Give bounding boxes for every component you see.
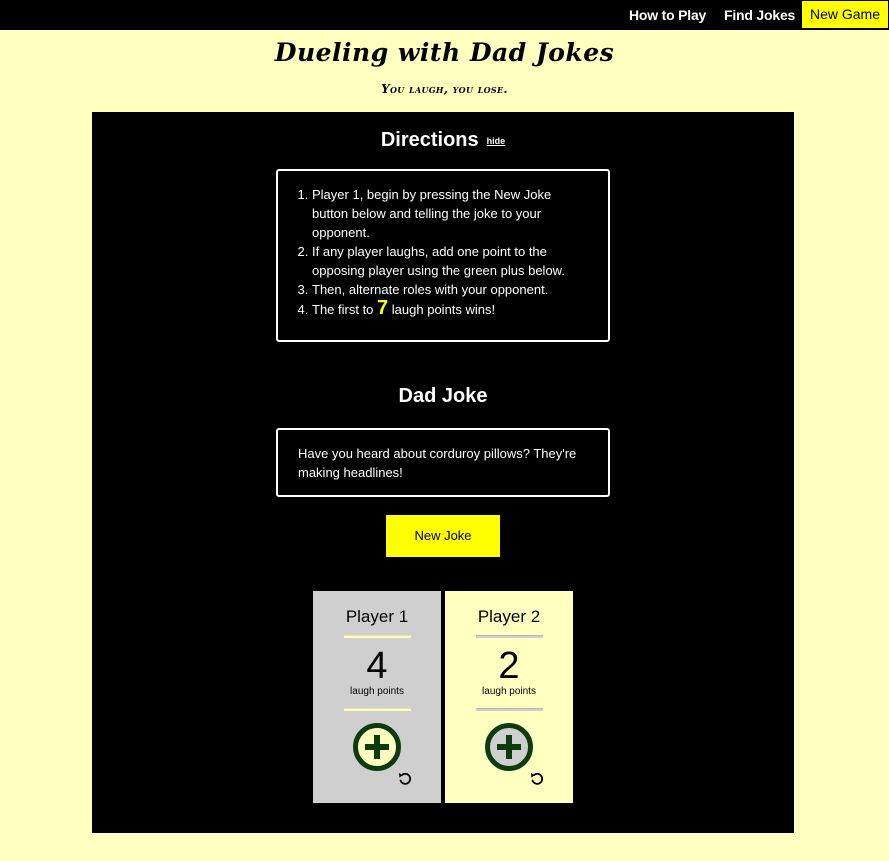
hide-directions-link[interactable]: hide bbox=[487, 136, 506, 146]
top-navbar: How to Play Find Jokes New Game bbox=[0, 0, 889, 30]
game-panel: Directions hide Player 1, begin by pressi… bbox=[92, 112, 794, 833]
direction-item-4-prefix: The first to bbox=[312, 302, 374, 317]
direction-item-3: Then, alternate roles with your opponent… bbox=[312, 280, 584, 299]
direction-item-2: If any player laughs, add one point to t… bbox=[312, 242, 584, 280]
page-subtitle: You laugh, you lose. bbox=[381, 82, 508, 96]
player-2-card: Player 2 2 laugh points bbox=[445, 591, 573, 803]
direction-item-1: Player 1, begin by pressing the New Joke… bbox=[312, 185, 584, 242]
new-joke-button[interactable]: New Joke bbox=[386, 515, 500, 557]
directions-list: Player 1, begin by pressing the New Joke… bbox=[312, 185, 584, 319]
direction-item-4: The first to 7 laugh points wins! bbox=[312, 297, 584, 319]
divider bbox=[476, 708, 543, 711]
player-1-card: Player 1 4 laugh points bbox=[313, 591, 441, 803]
player-2-name: Player 2 bbox=[477, 607, 541, 626]
player-1-add-point-button[interactable] bbox=[353, 723, 401, 771]
nav-find-jokes[interactable]: Find Jokes bbox=[724, 0, 795, 30]
player-1-score: 4 bbox=[366, 645, 388, 687]
player-2-score: 2 bbox=[498, 645, 520, 687]
player-1-name: Player 1 bbox=[345, 607, 409, 626]
divider bbox=[344, 708, 411, 711]
player-1-points-label: laugh points bbox=[350, 686, 404, 697]
player-2-points-label: laugh points bbox=[482, 686, 536, 697]
player-2-add-point-button[interactable] bbox=[485, 723, 533, 771]
win-points-value: 7 bbox=[377, 297, 389, 319]
directions-heading: Directions hide bbox=[92, 129, 794, 152]
nav-how-to-play[interactable]: How to Play bbox=[629, 0, 706, 30]
page-title: Dueling with Dad Jokes bbox=[274, 38, 615, 67]
direction-item-4-suffix: laugh points wins! bbox=[391, 302, 496, 317]
joke-box: Have you heard about corduroy pillows? T… bbox=[276, 428, 610, 497]
new-game-button[interactable]: New Game bbox=[802, 1, 888, 28]
undo-icon[interactable] bbox=[397, 771, 413, 787]
divider bbox=[476, 635, 543, 638]
undo-icon[interactable] bbox=[529, 771, 545, 787]
dad-joke-heading: Dad Joke bbox=[398, 385, 488, 407]
joke-text: Have you heard about corduroy pillows? T… bbox=[298, 446, 577, 480]
directions-box: Player 1, begin by pressing the New Joke… bbox=[276, 169, 610, 342]
divider bbox=[344, 635, 411, 638]
directions-title: Directions bbox=[380, 129, 479, 151]
